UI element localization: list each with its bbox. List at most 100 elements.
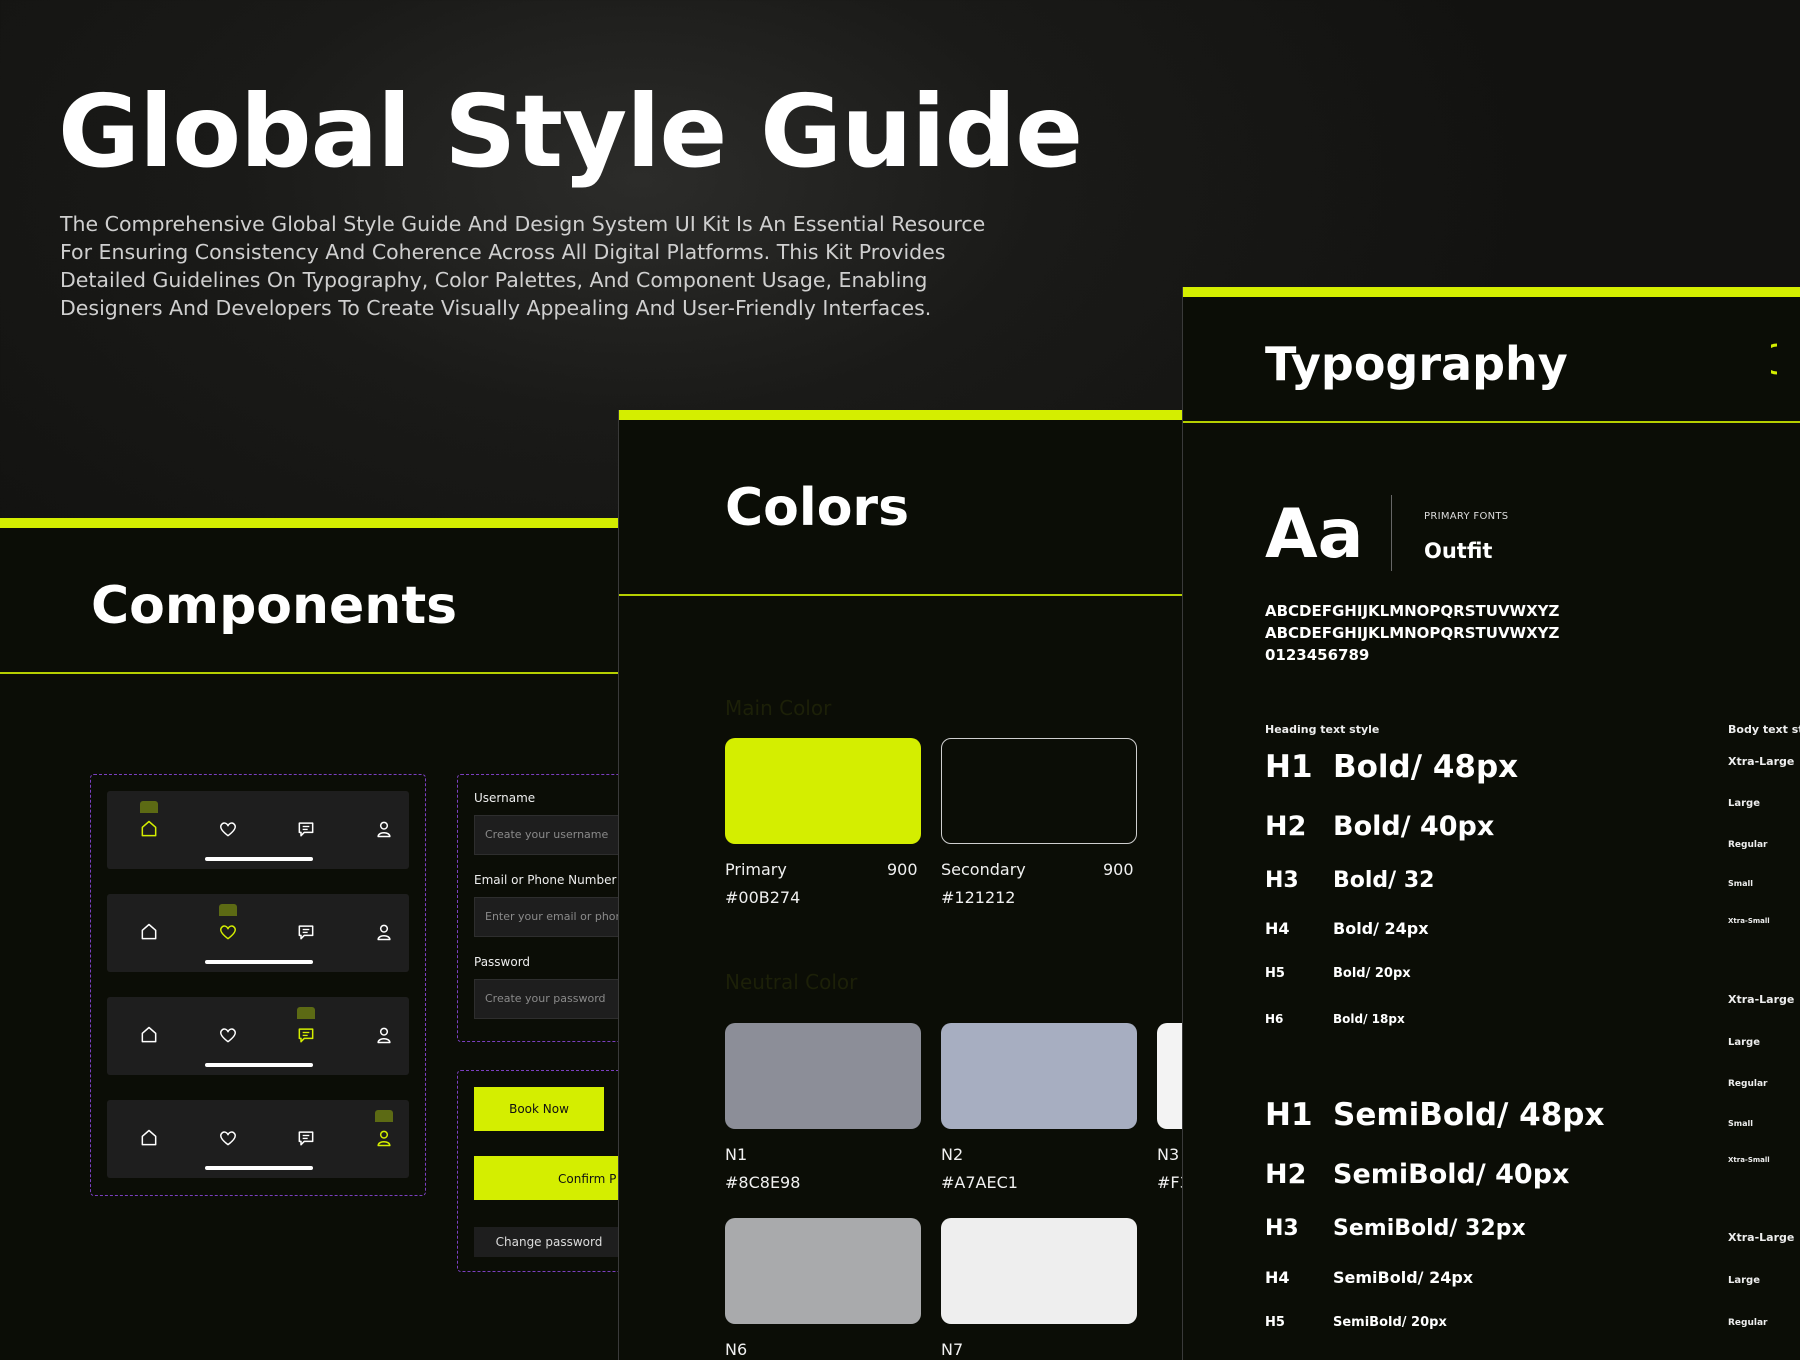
username-input[interactable]: Create your username [474,815,620,855]
body-size-label: Large [1728,1275,1760,1286]
body-size-label: Small [1728,1119,1753,1128]
primary-hex: #00B274 [725,888,801,907]
heading-tag: H2 [1265,811,1307,842]
digits: 0123456789 [1265,646,1370,664]
n6-name: N6 [725,1340,748,1359]
email-label: Email or Phone Number [474,873,617,887]
nav-tab-user[interactable] [366,1110,402,1152]
panel-accent-bar [619,410,1183,420]
nav-tab-home[interactable] [131,904,167,946]
neutral-color-heading: Neutral Color [725,970,858,994]
change-password-button[interactable]: Change password [474,1227,620,1257]
heading-style: SemiBold/ 40px [1333,1159,1570,1190]
bottom-nav-bar [107,894,409,972]
heading-tag: H6 [1265,1012,1284,1026]
heading-style-label: Heading text style [1265,723,1380,736]
heading-tag: H4 [1265,919,1290,938]
typography-panel: Typography Aa PRIMARY FONTS Outfit ABCDE… [1182,287,1800,1360]
primary-weight: 900 [887,860,918,879]
nav-tab-chat[interactable] [288,1007,324,1049]
colors-panel: Colors Main Color Primary 900 #00B274 Se… [618,410,1183,1360]
form-field-variants: Username Create your username Email or P… [457,774,620,1042]
heading-style: Bold/ 32 [1333,868,1435,893]
heading-style: Bold/ 20px [1333,966,1411,981]
nav-tab-user[interactable] [366,904,402,946]
heading-style: Bold/ 40px [1333,811,1495,842]
book-now-button[interactable]: Book Now [474,1087,604,1131]
heading-tag: H4 [1265,1268,1290,1287]
nav-tab-home[interactable] [131,1007,167,1049]
nav-tab-heart[interactable] [210,904,246,946]
secondary-weight: 900 [1103,860,1134,879]
nav-tab-user[interactable] [366,1007,402,1049]
main-color-heading: Main Color [725,696,832,720]
body-size-label: Xtra-Small [1728,917,1770,925]
primary-name: Primary [725,860,787,879]
nav-tab-chat[interactable] [288,801,324,843]
heart-icon [219,1131,237,1146]
nav-tab-home[interactable] [131,1110,167,1152]
password-input[interactable]: Create your password [474,979,620,1019]
body-size-label: Large [1728,798,1760,809]
components-header: Components [0,528,620,674]
body-size-label: Regular [1728,840,1768,850]
heading-tag: H1 [1265,749,1313,785]
user-icon [377,1130,391,1147]
user-icon [377,821,391,838]
n2-swatch [941,1023,1137,1129]
heading-tag: H5 [1265,1315,1285,1330]
secondary-name: Secondary [941,860,1026,879]
colors-header: Colors [619,420,1183,596]
heading-tag: H1 [1265,1097,1313,1133]
chat-icon [298,1028,314,1043]
chat-icon [298,925,314,940]
confirm-button[interactable]: Confirm P [474,1156,620,1200]
heading-style: SemiBold/ 20px [1333,1315,1447,1330]
n2-hex: #A7AEC1 [941,1173,1018,1192]
panel-accent-bar [1183,287,1800,297]
nav-tab-chat[interactable] [288,904,324,946]
panel-accent-bar [0,518,620,528]
heading-style: SemiBold/ 24px [1333,1268,1474,1287]
heading-style: Bold/ 18px [1333,1012,1405,1026]
arc-logo-icon [1771,343,1778,375]
heart-icon [219,1028,237,1043]
chat-icon [298,1131,314,1146]
home-icon [141,1129,157,1146]
nav-tab-heart[interactable] [210,801,246,843]
password-label: Password [474,955,531,969]
heart-icon [219,925,237,940]
body-size-label: Xtra-Large [1728,993,1795,1006]
username-placeholder: Create your username [485,828,609,841]
nav-tab-home[interactable] [131,801,167,843]
body-style-label: Body text sty [1728,723,1800,736]
nav-tab-heart[interactable] [210,1110,246,1152]
nav-tab-chat[interactable] [288,1110,324,1152]
home-icon [141,923,157,940]
n1-name: N1 [725,1145,748,1164]
n3-hex: #F3 [1157,1173,1183,1192]
heading-style: Bold/ 48px [1333,749,1519,785]
secondary-hex: #121212 [941,888,1016,907]
nav-tab-user[interactable] [366,801,402,843]
bottom-nav-variants [90,774,426,1196]
chat-icon [298,822,314,837]
alphabet-upper: ABCDEFGHIJKLMNOPQRSTUVWXYZ [1265,602,1560,620]
primary-fonts-label: PRIMARY FONTS [1424,511,1509,522]
body-size-label: Large [1728,1037,1760,1048]
home-indicator [205,857,313,861]
heading-style: SemiBold/ 48px [1333,1097,1605,1133]
n2-name: N2 [941,1145,964,1164]
alphabet-upper-2: ABCDEFGHIJKLMNOPQRSTUVWXYZ [1265,624,1560,642]
nav-tab-heart[interactable] [210,1007,246,1049]
font-divider [1391,495,1392,571]
primary-swatch [725,738,921,844]
heading-tag: H3 [1265,1216,1299,1241]
body-size-label: Xtra-Large [1728,1231,1795,1244]
n3-name: N3 [1157,1145,1180,1164]
bottom-nav-bar [107,1100,409,1178]
bottom-nav-bar [107,791,409,869]
typography-header: Typography [1183,297,1800,423]
email-input[interactable]: Enter your email or phone [474,897,620,937]
components-panel: Components Username Create your username… [0,518,620,1360]
